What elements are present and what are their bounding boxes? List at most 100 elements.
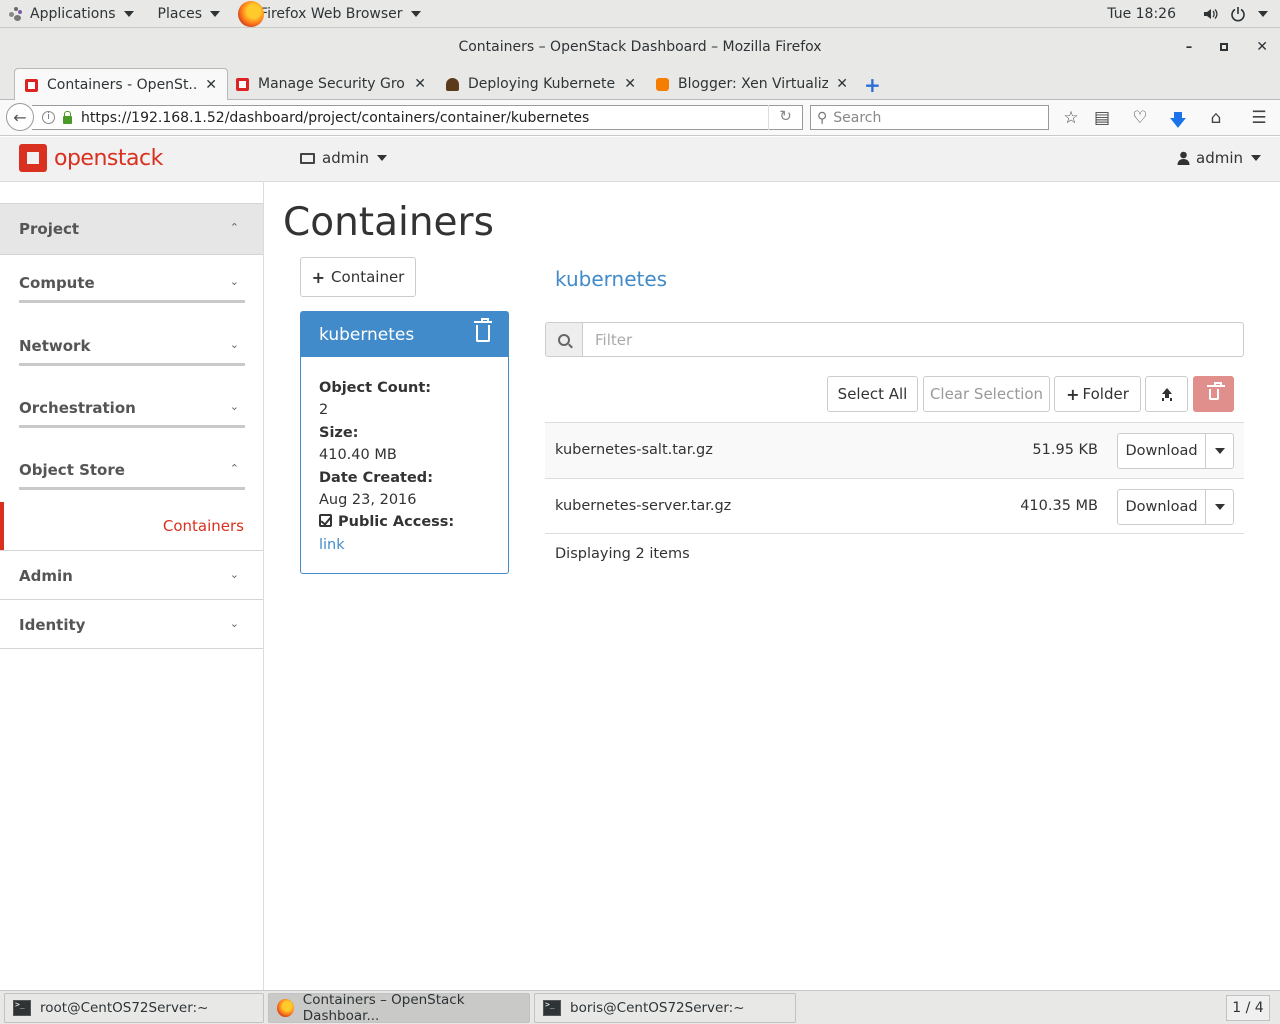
download-button[interactable]: Download	[1118, 434, 1206, 468]
url-text[interactable]: https://192.168.1.52/dashboard/project/c…	[81, 110, 768, 126]
tab-deploying-kubernetes[interactable]: Deploying Kubernete... ✕	[436, 68, 646, 100]
download-button[interactable]: Download	[1118, 490, 1206, 524]
active-app-menu[interactable]: Firefox Web Browser	[228, 0, 429, 28]
volume-icon[interactable]	[1202, 6, 1218, 22]
reload-icon[interactable]: ↻	[768, 105, 802, 130]
tab-security-groups[interactable]: Manage Security Gro... ✕	[226, 68, 436, 100]
sidebar-item-network[interactable]: Network ⌄	[0, 329, 263, 369]
task-boris-terminal[interactable]: boris@CentOS72Server:~	[534, 993, 796, 1023]
add-folder-label: Folder	[1082, 385, 1129, 403]
bookmark-star-icon[interactable]: ☆	[1059, 108, 1083, 128]
add-container-label: Container	[331, 268, 405, 286]
minimize-icon[interactable]: –	[1186, 40, 1193, 55]
new-tab-icon[interactable]: +	[864, 73, 881, 97]
object-count-label: Object Count:	[319, 380, 432, 396]
sidebar-item-project[interactable]: Project ⌃	[0, 203, 263, 255]
sidebar-item-orchestration[interactable]: Orchestration ⌄	[0, 391, 263, 431]
table-row[interactable]: kubernetes-salt.tar.gz 51.95 KB Download	[545, 422, 1244, 478]
search-placeholder: Search	[833, 109, 882, 126]
tab-blogger[interactable]: Blogger: Xen Virtualiz... ✕	[646, 68, 858, 100]
workspace-switcher[interactable]: 1 / 4	[1226, 995, 1270, 1021]
plus-icon: +	[1066, 384, 1080, 404]
size-label: Size:	[319, 424, 359, 441]
chevron-up-icon: ⌃	[229, 221, 239, 234]
sidebar-item-identity[interactable]: Identity ⌄	[0, 600, 263, 648]
chevron-down-icon	[377, 155, 387, 161]
project-switcher[interactable]: admin	[300, 149, 387, 167]
table-row[interactable]: kubernetes-server.tar.gz 410.35 MB Downl…	[545, 478, 1244, 534]
tab-containers[interactable]: Containers - OpenSt... ✕	[14, 68, 228, 101]
openstack-logo[interactable]: openstack	[19, 144, 163, 172]
tab-bar: Containers - OpenSt... ✕ Manage Security…	[0, 66, 1280, 101]
arrow-left-icon: ←	[13, 107, 27, 127]
select-all-button[interactable]: Select All	[827, 376, 918, 412]
pocket-icon[interactable]: ♡	[1128, 108, 1152, 128]
add-folder-button[interactable]: + Folder	[1054, 376, 1141, 412]
object-count-value: 2	[319, 402, 329, 419]
task-root-terminal[interactable]: root@CentOS72Server:~	[4, 993, 264, 1023]
sidebar-item-compute[interactable]: Compute ⌄	[0, 266, 263, 306]
container-card[interactable]: kubernetes Object Count: 2 Size: 410.40 …	[300, 311, 509, 574]
tab-label: Manage Security Gro...	[258, 76, 407, 92]
filter-input[interactable]	[583, 322, 1244, 357]
sidebar-item-label: Containers	[162, 517, 244, 535]
chevron-down-icon: ⌄	[229, 617, 239, 630]
project-name: admin	[322, 149, 369, 167]
close-icon[interactable]: ✕	[1256, 39, 1268, 55]
task-label: root@CentOS72Server:~	[40, 1000, 209, 1016]
more-actions-button[interactable]	[1206, 490, 1233, 524]
tab-close-icon[interactable]: ✕	[205, 77, 217, 93]
tab-close-icon[interactable]: ✕	[836, 76, 848, 92]
url-bar[interactable]: i https://192.168.1.52/dashboard/project…	[32, 105, 803, 130]
public-access-row[interactable]: Public Access:	[319, 511, 508, 533]
lock-icon[interactable]	[63, 110, 72, 124]
user-name: admin	[1196, 149, 1243, 167]
sidebar-item-object-store[interactable]: Object Store ⌃	[0, 453, 263, 493]
upload-button[interactable]	[1145, 376, 1188, 412]
add-container-button[interactable]: + Container	[300, 257, 416, 297]
downloads-icon[interactable]: 🡇	[1166, 108, 1190, 137]
checkbox-checked-icon[interactable]	[319, 514, 332, 528]
power-icon[interactable]	[1230, 6, 1246, 22]
trash-icon[interactable]	[474, 318, 492, 342]
filter-addon	[545, 322, 583, 357]
search-bar[interactable]: ⚲ Search	[810, 105, 1049, 130]
container-card-header[interactable]: kubernetes	[301, 312, 508, 357]
firefox-icon	[277, 999, 294, 1017]
divider	[19, 487, 245, 490]
object-name[interactable]: kubernetes-salt.tar.gz	[555, 442, 713, 458]
openstack-favicon-icon	[236, 77, 249, 91]
reading-list-icon[interactable]: ▤	[1090, 108, 1114, 128]
divider	[19, 300, 245, 303]
tab-close-icon[interactable]: ✕	[624, 76, 636, 92]
search-icon	[558, 333, 570, 346]
user-menu[interactable]: admin	[1177, 149, 1261, 167]
chevron-down-icon: ⌄	[229, 568, 239, 581]
info-icon[interactable]: i	[42, 111, 55, 124]
more-actions-button[interactable]	[1206, 434, 1233, 468]
delete-selected-button[interactable]	[1193, 376, 1234, 412]
kubernetes-favicon-icon	[446, 77, 459, 91]
tab-close-icon[interactable]: ✕	[414, 76, 426, 92]
clock[interactable]: Tue 18:26	[1107, 6, 1176, 22]
chevron-down-icon	[210, 10, 221, 17]
maximize-icon[interactable]	[1220, 43, 1229, 51]
home-icon[interactable]: ⌂	[1204, 108, 1228, 128]
sidebar-item-admin[interactable]: Admin ⌄	[0, 551, 263, 599]
applications-menu[interactable]: Applications	[0, 0, 142, 28]
object-name[interactable]: kubernetes-server.tar.gz	[555, 498, 731, 514]
sidebar-item-containers[interactable]: Containers	[0, 502, 263, 550]
chevron-down-icon[interactable]	[1258, 11, 1268, 17]
menu-icon[interactable]: ☰	[1247, 108, 1271, 128]
back-button[interactable]: ←	[6, 103, 34, 131]
clear-selection-button[interactable]: Clear Selection	[923, 376, 1050, 412]
task-firefox[interactable]: Containers – OpenStack Dashboar...	[268, 992, 530, 1024]
public-link[interactable]: link	[319, 534, 508, 556]
places-menu[interactable]: Places	[150, 0, 229, 28]
openstack-header: openstack admin admin	[0, 137, 1280, 182]
chevron-down-icon	[1214, 448, 1225, 454]
public-access-label: Public Access:	[338, 514, 455, 531]
container-heading[interactable]: kubernetes	[555, 267, 667, 291]
blogger-favicon-icon	[656, 77, 669, 91]
tab-label: Containers - OpenSt...	[47, 77, 198, 93]
